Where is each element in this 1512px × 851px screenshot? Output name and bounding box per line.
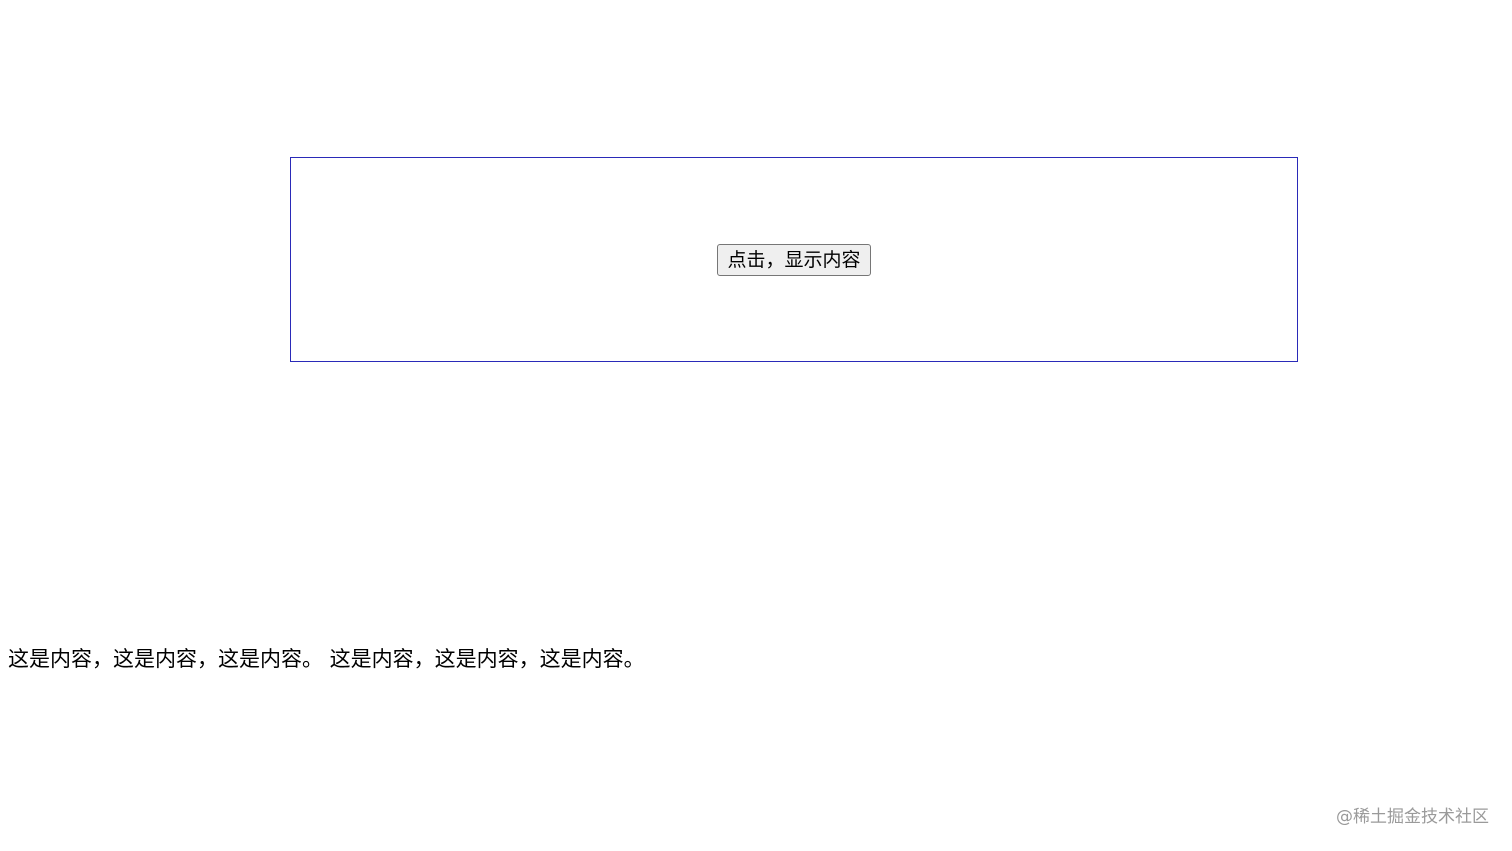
show-content-button[interactable]: 点击，显示内容 (717, 244, 871, 276)
page: 点击，显示内容 这是内容，这是内容，这是内容。 这是内容，这是内容，这是内容。 … (0, 0, 1512, 851)
watermark: @稀土掘金技术社区 (1336, 807, 1489, 827)
content-text: 这是内容，这是内容，这是内容。 这是内容，这是内容，这是内容。 (8, 647, 645, 671)
